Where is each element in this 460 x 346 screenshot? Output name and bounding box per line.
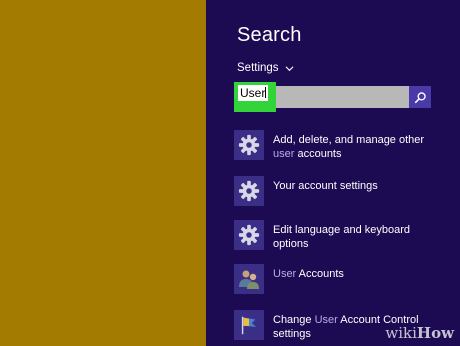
search-input-value[interactable]: User — [238, 85, 268, 101]
chevron-down-icon — [285, 65, 294, 71]
gear-icon — [234, 130, 264, 160]
result-label: User Accounts — [273, 268, 344, 280]
result-language-keyboard[interactable]: Edit language and keyboard options — [234, 220, 454, 251]
text-caret — [265, 87, 267, 98]
result-label: Your account settings — [273, 180, 378, 192]
search-icon — [414, 91, 426, 103]
result-manage-accounts[interactable]: Add, delete, and manage other user accoun… — [234, 130, 454, 161]
user-accounts-icon — [234, 264, 264, 294]
gear-icon — [234, 220, 264, 250]
search-highlight: User — [234, 82, 276, 112]
search-box: User — [234, 82, 431, 112]
search-scope-label: Settings — [237, 62, 279, 74]
gear-icon — [234, 176, 264, 206]
desktop-background — [0, 0, 206, 346]
uac-flag-icon — [234, 310, 264, 340]
result-label: Edit language and keyboard options — [273, 224, 410, 250]
result-account-settings[interactable]: Your account settings — [234, 176, 454, 206]
wikihow-watermark: wikiHow — [385, 324, 454, 342]
charm-title: Search — [237, 24, 302, 46]
search-charm-panel: Search Settings User Add, delete, and ma… — [206, 0, 460, 346]
result-user-accounts[interactable]: User Accounts — [234, 264, 454, 294]
search-button[interactable] — [409, 86, 431, 108]
result-label: Add, delete, and manage other user accoun… — [273, 134, 425, 160]
search-scope-dropdown[interactable]: Settings — [237, 62, 294, 74]
